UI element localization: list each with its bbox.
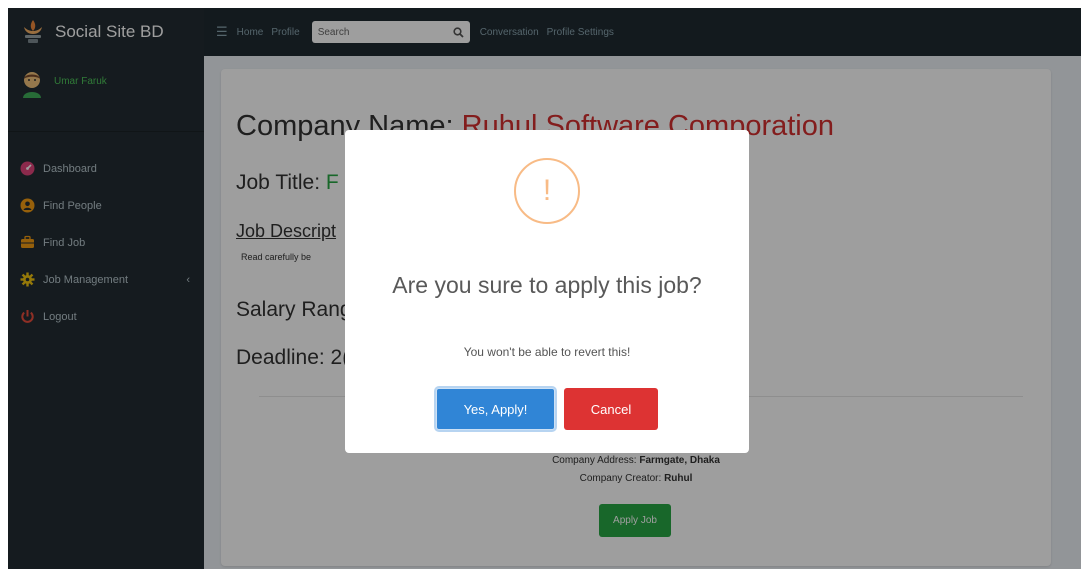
confirm-dialog: ! Are you sure to apply this job? You wo… — [345, 130, 749, 453]
cancel-button[interactable]: Cancel — [564, 388, 658, 430]
dialog-title: Are you sure to apply this job? — [392, 272, 702, 298]
confirm-apply-button[interactable]: Yes, Apply! — [436, 388, 555, 430]
dialog-text: You won't be able to revert this! — [463, 345, 631, 359]
exclamation-icon: ! — [514, 158, 580, 224]
